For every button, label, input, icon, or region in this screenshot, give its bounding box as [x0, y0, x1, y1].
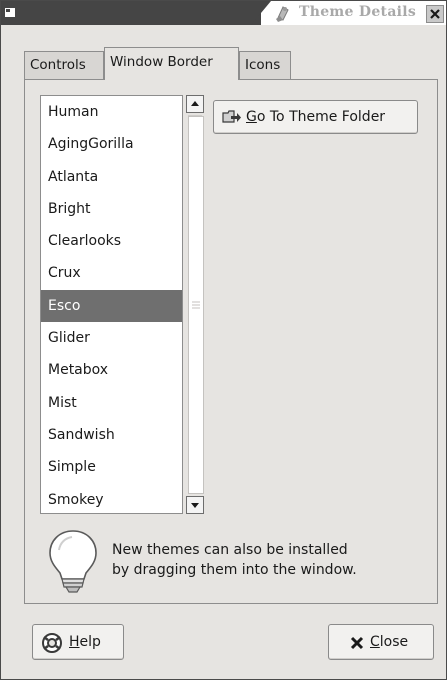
tab-window-border[interactable]: Window Border [104, 47, 239, 80]
list-item[interactable]: Bright [41, 193, 182, 225]
tab-icons-label: Icons [245, 57, 281, 73]
arrow-up-icon [191, 101, 199, 106]
theme-list[interactable]: Human AgingGorilla Atlanta Bright Clearl… [40, 95, 183, 514]
tab-controls[interactable]: Controls [24, 51, 104, 79]
scroll-down-button[interactable] [186, 496, 204, 514]
title-close-button[interactable] [426, 5, 444, 23]
list-item[interactable]: Crux [41, 257, 182, 289]
title-bar-dark-section [1, 1, 261, 25]
list-item[interactable]: Metabox [41, 354, 182, 386]
list-item[interactable]: Human [41, 96, 182, 128]
list-item[interactable]: Atlanta [41, 161, 182, 193]
list-item[interactable]: Sandwish [41, 419, 182, 451]
list-item[interactable]: Simple [41, 451, 182, 483]
help-label: Help [69, 634, 101, 650]
list-item[interactable]: Glider [41, 322, 182, 354]
list-item[interactable]: Smokey [41, 484, 182, 513]
window-menu-icon[interactable] [5, 7, 17, 19]
go-to-theme-folder-button[interactable]: Go To Theme Folder [213, 100, 418, 134]
list-item[interactable]: Clearlooks [41, 225, 182, 257]
window-title: Theme Details [299, 4, 417, 20]
list-item-selected[interactable]: Esco [41, 289, 182, 323]
go-to-theme-folder-label: Go To Theme Folder [246, 109, 386, 125]
list-item[interactable]: AgingGorilla [41, 128, 182, 160]
folder-go-icon [222, 109, 242, 129]
tab-window-border-label: Window Border [110, 54, 213, 70]
title-bar-slant [251, 1, 271, 25]
arrow-down-icon [191, 503, 199, 508]
info-message: New themes can also be installed by drag… [112, 540, 412, 580]
info-line-1: New themes can also be installed [112, 542, 348, 558]
tab-icons[interactable]: Icons [239, 51, 291, 79]
close-label: Close [370, 634, 409, 650]
title-bar[interactable]: Theme Details [1, 1, 446, 25]
tab-controls-label: Controls [30, 57, 86, 73]
close-button[interactable]: Close [328, 624, 434, 660]
help-lifebuoy-icon [41, 632, 63, 658]
scroll-grip-icon [192, 301, 200, 309]
help-button[interactable]: Help [32, 624, 124, 660]
theme-list-scrollbar[interactable] [186, 95, 206, 514]
info-line-2: by dragging them into the window. [112, 562, 357, 578]
lightbulb-icon [45, 528, 101, 594]
close-x-icon [430, 9, 440, 19]
scroll-thumb[interactable] [188, 116, 204, 494]
scroll-trough[interactable] [188, 115, 204, 494]
list-item[interactable]: Mist [41, 387, 182, 419]
theme-details-icon [272, 3, 292, 23]
close-x-icon [349, 635, 365, 655]
theme-details-window: Theme Details Controls Window Border Ico… [0, 0, 447, 680]
scroll-up-button[interactable] [186, 95, 204, 113]
